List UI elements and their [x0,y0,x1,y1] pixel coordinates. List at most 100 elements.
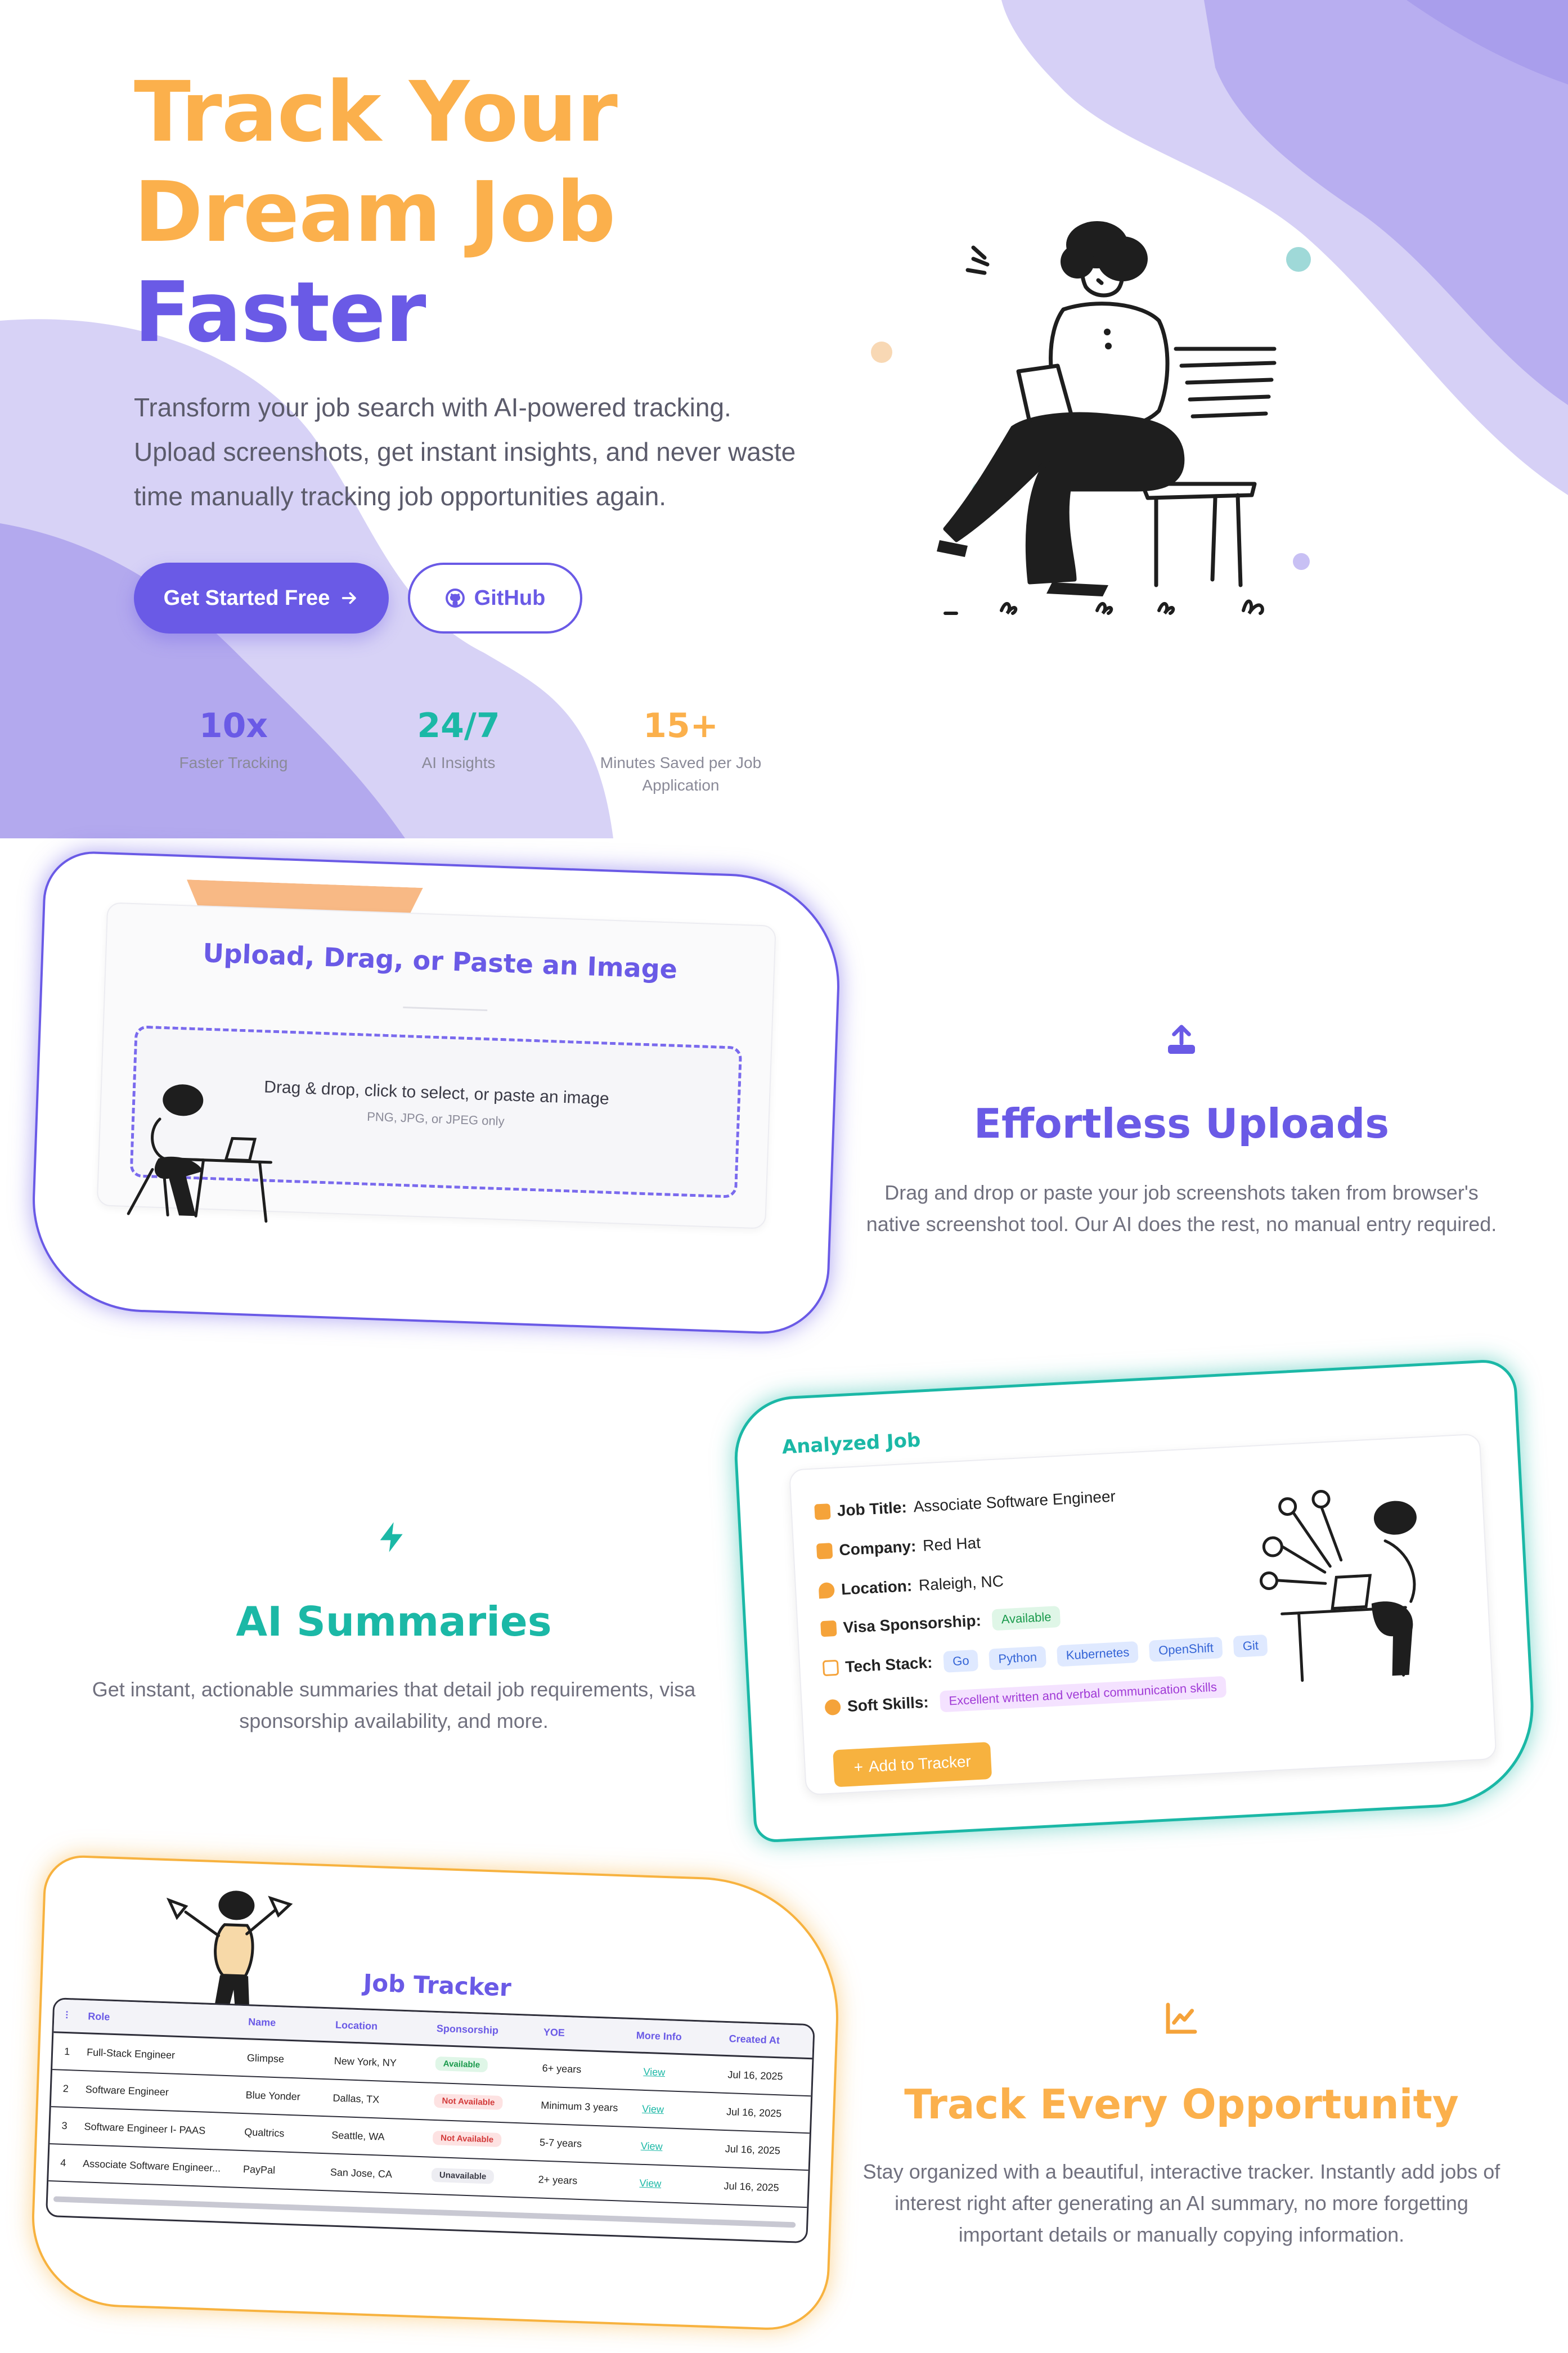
yoe-cell: Minimum 3 years [541,2099,618,2114]
passport-icon [820,1620,837,1637]
upload-panel-title: Upload, Drag, or Paste an Image [202,937,678,985]
lightning-icon [380,1522,403,1552]
stat-ai-insights: 24/7 AI Insights [388,703,529,774]
view-link[interactable]: View [639,2177,661,2190]
tech-pill: OpenShift [1149,1637,1223,1662]
created-at-cell: Jul 16, 2025 [727,2069,783,2082]
location-cell: Dallas, TX [333,2092,380,2105]
yoe-cell: 6+ years [542,2062,582,2075]
sponsorship-badge: Not Available [432,2130,502,2148]
tech-pill: Kubernetes [1056,1641,1139,1667]
visa-key: Visa Sponsorship: [842,1611,982,1637]
upload-preview-card: Upload, Drag, or Paste an Image Drag & d… [29,850,843,1336]
stat-value: 15+ [643,706,718,746]
role-cell: Full-Stack Engineer [86,2046,176,2061]
column-header-name[interactable]: Name [248,2016,276,2029]
get-started-button[interactable]: Get Started Free [134,563,389,634]
github-button[interactable]: GitHub [408,563,582,634]
row-number: 2 [62,2082,69,2095]
person-on-bench-illustration [937,221,1277,615]
add-to-tracker-label: Add to Tracker [868,1752,972,1776]
filter-icon[interactable]: ⫶ [65,2010,68,2022]
analyzed-job-label: Analyzed Job [781,1429,922,1459]
handshake-icon [824,1699,841,1716]
upload-panel: Upload, Drag, or Paste an Image Drag & d… [96,902,776,1229]
visa-badge: Available [991,1606,1061,1631]
yoe-cell: 5-7 years [539,2136,582,2150]
plus-icon: + [853,1758,864,1776]
soft-skills-row: Soft Skills: Excellent written and verba… [824,1676,1226,1718]
hero-title-line-3: Faster [134,264,426,361]
arrow-right-icon [342,592,357,604]
person-at-laptop-illustration [1259,1489,1417,1682]
effortless-uploads-title: Effortless Uploads [973,1100,1390,1147]
analyzed-job-panel: Job Title: Associate Software Engineer C… [788,1433,1497,1796]
building-icon [816,1543,833,1560]
created-at-cell: Jul 16, 2025 [725,2143,781,2157]
location-cell: New York, NY [334,2055,397,2069]
divider [403,1006,488,1012]
sponsorship-badge: Available [435,2056,488,2073]
visa-row: Visa Sponsorship: Available [820,1606,1061,1640]
stat-value: 24/7 [417,706,500,746]
name-cell: Qualtrics [244,2126,285,2139]
tech-stack-key: Tech Stack: [844,1654,933,1676]
company-row: Company: Red Hat [816,1534,981,1560]
stat-label: AI Insights [421,754,496,771]
get-started-label: Get Started Free [163,586,330,610]
job-tracker-table: ⫶ Role Name Location Sponsorship YOE Mor… [45,1997,815,2244]
hero-title-line-1: Track Your [134,64,618,160]
hero-title-line-2: Dream Job [134,164,616,261]
company-key: Company: [838,1537,917,1559]
job-title-key: Job Title: [837,1498,907,1520]
company-value: Red Hat [922,1534,981,1555]
column-header-created-at[interactable]: Created At [729,2033,780,2046]
code-icon [822,1659,839,1677]
briefcase-icon [814,1503,831,1520]
job-tracker-title: Job Tracker [362,1969,512,2002]
created-at-cell: Jul 16, 2025 [724,2180,779,2194]
role-cell: Associate Software Engineer... [82,2158,221,2174]
name-cell: Glimpse [246,2052,285,2065]
location-pin-icon [818,1582,835,1599]
hero-description: Transform your job search with AI-powere… [134,393,796,511]
sponsorship-badge: Not Available [434,2093,503,2110]
ai-summaries-title: AI Summaries [236,1598,552,1645]
location-value: Raleigh, NC [918,1572,1004,1595]
location-cell: Seattle, WA [331,2129,385,2143]
location-cell: San Jose, CA [330,2166,393,2180]
row-number: 4 [60,2157,66,2169]
ai-summaries-description: Get instant, actionable summaries that d… [92,1678,696,1732]
person-at-desk-illustration [127,1084,273,1223]
name-cell: Blue Yonder [245,2089,301,2103]
column-header-location[interactable]: Location [335,2019,378,2033]
github-icon [445,589,465,608]
location-key: Location: [841,1577,913,1598]
tech-stack-row: Tech Stack: Go Python Kubernetes OpenShi… [822,1634,1268,1679]
created-at-cell: Jul 16, 2025 [726,2106,782,2120]
add-to-tracker-button[interactable]: + Add to Tracker [833,1741,992,1788]
stat-minutes-saved: 15+ Minutes Saved per Job Application [596,703,765,797]
view-link[interactable]: View [642,2103,664,2116]
person-celebrating-illustration [166,1891,293,2016]
effortless-uploads-description: Drag and drop or paste your job screensh… [866,1181,1497,1236]
tech-pill: Go [943,1649,979,1673]
column-header-sponsorship[interactable]: Sponsorship [437,2023,499,2037]
view-link[interactable]: View [641,2140,663,2153]
soft-skills-key: Soft Skills: [847,1693,929,1715]
column-header-role[interactable]: Role [88,2010,110,2023]
row-number: 3 [61,2120,68,2132]
column-header-more-info[interactable]: More Info [636,2029,682,2043]
stat-value: 10x [199,706,268,746]
analyzed-job-card: Analyzed Job Job Title: Associate Softwa… [731,1358,1539,1843]
view-link[interactable]: View [643,2066,665,2078]
role-cell: Software Engineer I- PAAS [84,2121,206,2136]
hero-title: Track Your Dream Job Faster [134,62,618,362]
tech-pill: Python [989,1646,1046,1671]
row-number: 1 [64,2045,70,2058]
job-tracker-card: Job Tracker ⫶ Role Name Location Sponsor… [29,1854,843,2332]
stat-faster-tracking: 10x Faster Tracking [163,703,304,774]
job-title-value: Associate Software Engineer [913,1487,1116,1516]
location-row: Location: Raleigh, NC [818,1572,1004,1600]
column-header-yoe[interactable]: YOE [543,2027,565,2039]
